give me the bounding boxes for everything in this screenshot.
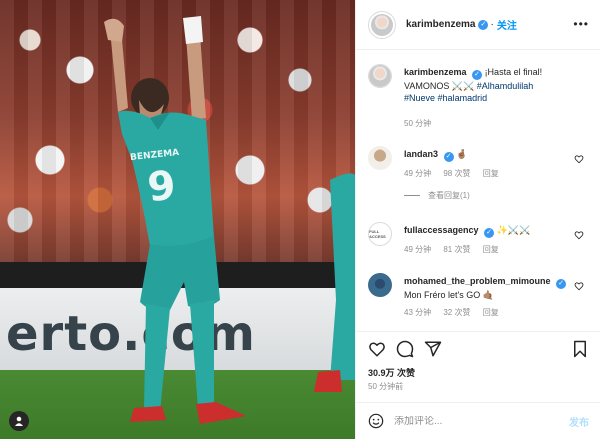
svg-text:9: 9 [145, 162, 177, 211]
emoji-icon[interactable] [368, 413, 384, 429]
comment-input[interactable] [394, 415, 544, 427]
verified-badge-icon: ✓ [484, 228, 495, 238]
like-icon[interactable] [368, 340, 386, 358]
hashtag-alhamdulilah[interactable]: #Alhamdulilah [477, 81, 534, 91]
post-header: karimbenzema ✓ · 关注 ••• [356, 0, 600, 50]
like-comment-icon[interactable] [574, 154, 584, 164]
view-replies-button[interactable]: 查看回复(1) [404, 190, 596, 201]
comment-likes[interactable]: 32 次赞 [443, 308, 470, 317]
verified-badge-icon: ✓ [478, 19, 489, 30]
comment-likes[interactable]: 81 次赞 [443, 245, 470, 254]
comment-author[interactable]: fullaccessagency [404, 225, 479, 235]
comment-likes[interactable]: 98 次赞 [443, 169, 470, 178]
follow-button[interactable]: 关注 [497, 17, 517, 32]
hashtag-halamadrid[interactable]: #halamadrid [438, 93, 488, 103]
like-comment-icon[interactable] [574, 230, 584, 240]
caption-line-2: VAMONOS ⚔️⚔️ [404, 81, 477, 91]
caption-time: 50 分钟 [404, 119, 432, 128]
verified-badge-icon: ✓ [556, 279, 567, 289]
comment-item: landan3 ✓ 🤞🏽 49 分钟 98 次赞 回复 查看回复(1) [368, 146, 596, 201]
bookmark-icon[interactable] [571, 340, 589, 358]
author-username[interactable]: karimbenzema [406, 19, 475, 30]
commenter-avatar[interactable] [368, 146, 392, 170]
comment-icon[interactable] [396, 340, 414, 358]
like-comment-icon[interactable] [574, 281, 584, 291]
post-actions: 30.9万 次赞 50 分钟前 [356, 331, 600, 391]
comment-author[interactable]: landan3 [404, 149, 438, 159]
hashtag-nueve[interactable]: #Nueve [404, 93, 435, 103]
comment-time: 43 分钟 [404, 308, 432, 317]
reply-button[interactable]: 回复 [483, 308, 499, 317]
commenter-avatar[interactable]: FULL ACCESS [368, 222, 392, 246]
post-sidebar: karimbenzema ✓ · 关注 ••• karimbenzema ✓ ¡… [355, 0, 600, 439]
reply-button[interactable]: 回复 [483, 169, 499, 178]
comments-list[interactable]: karimbenzema ✓ ¡Hasta el final! VAMONOS … [356, 52, 600, 330]
comment-item: mohamed_the_problem_mimoune ✓ Mon Fréro … [368, 273, 596, 319]
comment-time: 49 分钟 [404, 169, 432, 178]
author-avatar-small[interactable] [368, 64, 392, 88]
tagged-people-icon[interactable] [9, 411, 29, 431]
caption: karimbenzema ✓ ¡Hasta el final! VAMONOS … [368, 64, 596, 130]
post-photo[interactable]: erto.com 9 BENZEMA [0, 0, 355, 439]
comment-item: FULL ACCESS fullaccessagency ✓ ✨⚔️⚔️ 49 … [368, 222, 596, 256]
separator-dot: · [490, 19, 494, 30]
post-timestamp: 50 分钟前 [368, 382, 404, 391]
comment-text: 🤞🏽 [456, 149, 468, 159]
instagram-post-modal: erto.com 9 BENZEMA karimbenzema ✓ · 关注 •… [0, 0, 600, 439]
comment-author[interactable]: mohamed_the_problem_mimoune [404, 276, 551, 286]
caption-author[interactable]: karimbenzema [404, 67, 467, 77]
add-comment-bar: 发布 [356, 402, 600, 439]
verified-badge-icon: ✓ [443, 152, 454, 162]
comment-text: ✨⚔️⚔️ [496, 225, 531, 235]
caption-line-1: ¡Hasta el final! [484, 67, 543, 77]
share-icon[interactable] [424, 340, 442, 358]
verified-badge-icon: ✓ [472, 70, 483, 80]
comment-text: Mon Fréro let's GO 🤙🏽 [404, 290, 494, 300]
more-options-icon[interactable]: ••• [573, 17, 589, 31]
player-figure: 9 BENZEMA [104, 16, 355, 424]
comment-time: 49 分钟 [404, 245, 432, 254]
reply-button[interactable]: 回复 [483, 245, 499, 254]
divider [404, 195, 420, 196]
post-comment-button[interactable]: 发布 [569, 414, 589, 429]
like-count[interactable]: 30.9万 次赞 [368, 366, 415, 379]
view-replies-label: 查看回复(1) [428, 191, 470, 200]
author-avatar[interactable] [368, 10, 396, 39]
commenter-avatar[interactable] [368, 273, 392, 297]
